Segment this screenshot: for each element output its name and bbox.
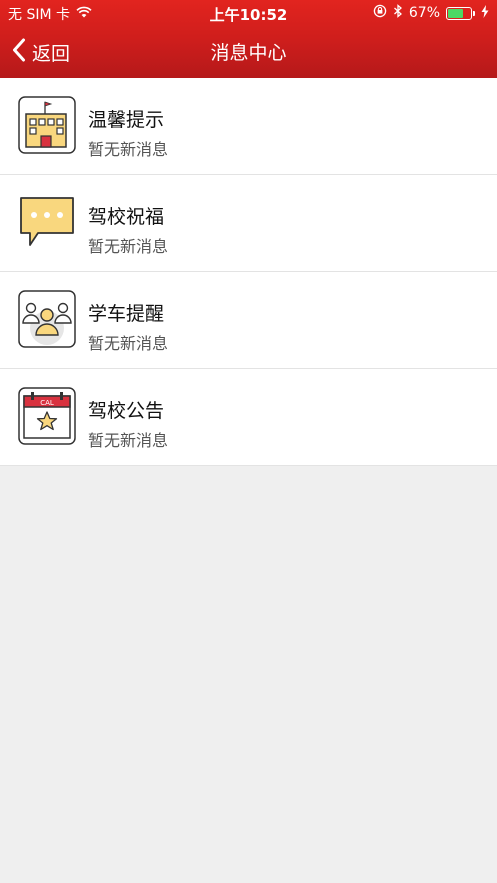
message-item-greetings[interactable]: 驾校祝福 暂无新消息 xyxy=(0,175,497,272)
message-list: 温馨提示 暂无新消息 驾校祝福 暂无新消息 学车提醒 暂无新消息 CAL 驾校公… xyxy=(0,78,497,466)
message-subtitle: 暂无新消息 xyxy=(88,334,169,353)
battery-fill xyxy=(448,8,463,18)
charging-icon xyxy=(481,4,489,22)
message-subtitle: 暂无新消息 xyxy=(88,237,169,256)
people-group-icon xyxy=(18,290,76,348)
orientation-lock-icon xyxy=(373,4,387,22)
message-title: 驾校公告 xyxy=(88,400,165,422)
message-item-tips[interactable]: 温馨提示 暂无新消息 xyxy=(0,78,497,175)
message-subtitle: 暂无新消息 xyxy=(88,140,169,159)
school-building-icon xyxy=(18,96,76,154)
status-bar: 无 SIM 卡 上午10:52 67% xyxy=(0,0,497,26)
message-title: 温馨提示 xyxy=(88,109,165,131)
header: 无 SIM 卡 上午10:52 67% 返回 消息中心 xyxy=(0,0,497,78)
chat-bubble-icon xyxy=(18,193,76,251)
calendar-star-icon: CAL xyxy=(18,387,76,445)
battery-icon xyxy=(446,6,475,20)
page-title: 消息中心 xyxy=(210,42,287,64)
status-right: 67% xyxy=(373,4,489,22)
message-item-announcement[interactable]: CAL 驾校公告 暂无新消息 xyxy=(0,369,497,466)
message-item-learning-reminder[interactable]: 学车提醒 暂无新消息 xyxy=(0,272,497,369)
message-title: 驾校祝福 xyxy=(88,206,165,228)
message-subtitle: 暂无新消息 xyxy=(88,431,169,450)
calendar-icon-text: CAL xyxy=(40,399,54,407)
nav-bar: 返回 消息中心 xyxy=(0,26,497,78)
battery-percent: 67% xyxy=(408,5,440,21)
message-title: 学车提醒 xyxy=(88,303,165,325)
bluetooth-icon xyxy=(393,4,403,22)
